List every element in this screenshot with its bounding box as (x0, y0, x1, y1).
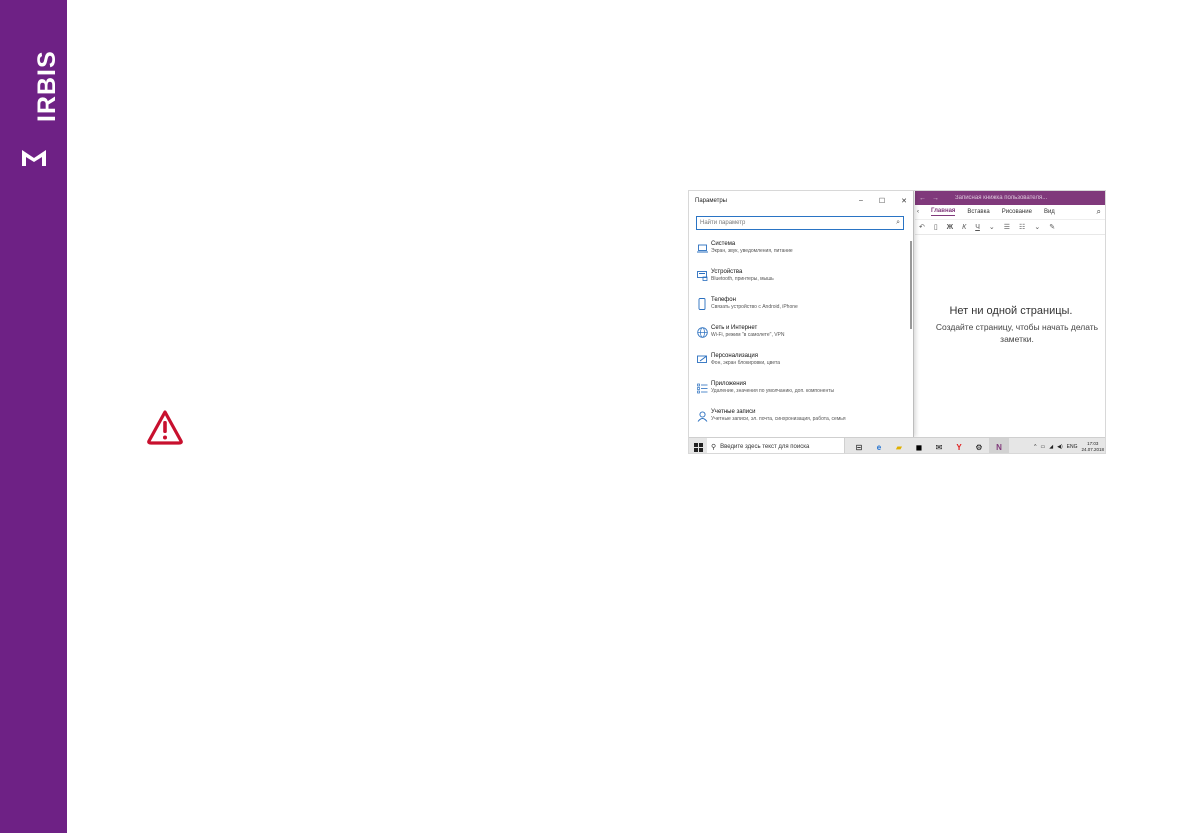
clock-date: 24.07.2018 (1081, 447, 1104, 452)
settings-item-desc: Wi-Fi, режим "в самолете", VPN (711, 332, 785, 338)
empty-title: Нет ни одной страницы. (949, 305, 1073, 317)
settings-item-name: Учетные записи (711, 409, 756, 415)
settings-item-desc: Учетные записи, эл. почта, синхронизация… (711, 416, 846, 422)
settings-item-devices[interactable]: Устройства Bluetooth, принтеры, мышь (695, 269, 905, 297)
onenote-title: Записная книжка пользователя... (955, 195, 1048, 201)
settings-item-name: Система (711, 241, 736, 247)
network-icon[interactable]: ◢ (1049, 444, 1053, 450)
settings-item-name: Персонализация (711, 353, 759, 359)
taskbar: ⚲ Введите здесь текст для поиска ⊟ e ▰ ◼… (689, 437, 1105, 453)
devices-icon (695, 269, 709, 283)
settings-scrollbar[interactable] (910, 241, 912, 329)
settings-item-name: Устройства (711, 269, 743, 275)
settings-item-accounts[interactable]: Учетные записи Учетные записи, эл. почта,… (695, 409, 905, 437)
mail-icon[interactable]: ✉ (929, 438, 949, 453)
back-arrow-icon[interactable]: ← (919, 195, 926, 202)
settings-list: Система Экран, звук, уведомления, питание… (695, 241, 905, 437)
chevron-down-icon[interactable]: ⌄ (989, 223, 995, 231)
globe-icon (695, 325, 709, 339)
chevron-left-icon[interactable]: ‹ (917, 209, 919, 215)
tab-insert[interactable]: Вставка (967, 209, 989, 215)
settings-title: Параметры (695, 198, 727, 204)
windows-start-icon[interactable] (689, 438, 707, 453)
onenote-icon[interactable]: N (989, 438, 1009, 453)
italic-button[interactable]: К (962, 224, 966, 231)
bold-button[interactable]: Ж (947, 224, 953, 231)
laptop-icon (695, 241, 709, 255)
settings-search-input[interactable]: Найти параметр ⌕ (696, 216, 904, 230)
search-icon: ⚲ (711, 444, 717, 451)
settings-item-desc: Удаление, значения по умолчанию, доп. ко… (711, 388, 835, 394)
yandex-icon[interactable]: Y (949, 438, 969, 453)
phone-icon (695, 297, 709, 311)
settings-item-name: Телефон (711, 297, 736, 303)
settings-titlebar: Параметры – ☐ ✕ (689, 191, 913, 211)
tab-view[interactable]: Вид (1044, 209, 1055, 215)
onenote-window: ← → Записная книжка пользователя... ‹ Гл… (915, 191, 1105, 437)
maximize-button[interactable]: ☐ (879, 197, 885, 205)
settings-item-network[interactable]: Сеть и Интернет Wi-Fi, режим "в самолете"… (695, 325, 905, 353)
file-explorer-icon[interactable]: ▰ (889, 438, 909, 453)
forward-arrow-icon[interactable]: → (932, 195, 939, 202)
windows-screenshot: ← → Записная книжка пользователя... ‹ Гл… (688, 190, 1106, 454)
edge-icon[interactable]: e (869, 438, 889, 453)
onenote-toolbar: ↶ ▯ Ж К Ч ⌄ ☰ ☷ ⌄ ✎ (915, 220, 1105, 235)
settings-item-desc: Экран, звук, уведомления, питание (711, 248, 793, 254)
settings-item-apps[interactable]: Приложения Удаление, значения по умолчани… (695, 381, 905, 409)
settings-item-desc: Bluetooth, принтеры, мышь (711, 276, 774, 282)
settings-item-personalization[interactable]: Персонализация Фон, экран блокировки, цве… (695, 353, 905, 381)
settings-item-system[interactable]: Система Экран, звук, уведомления, питание (695, 241, 905, 269)
onenote-titlebar: ← → Записная книжка пользователя... (915, 191, 1105, 205)
chevron-up-icon[interactable]: ^ (1034, 444, 1036, 450)
search-placeholder: Найти параметр (700, 220, 746, 226)
settings-item-desc: Связать устройство с Android, iPhone (711, 304, 798, 310)
search-icon[interactable]: ⌕ (1097, 207, 1101, 217)
search-icon: ⌕ (896, 219, 900, 226)
system-tray: ^ ▭ ◢ ◀) ENG 17:03 24.07.2018 (1034, 441, 1105, 453)
settings-window: Параметры – ☐ ✕ Найти параметр ⌕ Система… (689, 191, 914, 437)
underline-button[interactable]: Ч (975, 224, 980, 231)
warning-icon (147, 410, 183, 445)
taskbar-search-text: Введите здесь текст для поиска (720, 444, 810, 450)
account-icon (695, 409, 709, 423)
personalize-icon (695, 353, 709, 367)
language-indicator[interactable]: ENG (1067, 444, 1078, 450)
highlight-icon[interactable]: ✎ (1049, 223, 1055, 231)
tab-home[interactable]: Главная (931, 208, 956, 216)
clock[interactable]: 17:03 24.07.2018 (1081, 441, 1104, 453)
task-view-icon[interactable]: ⊟ (849, 438, 869, 453)
undo-icon[interactable]: ↶ (919, 223, 925, 231)
bullets-icon[interactable]: ☰ (1004, 223, 1010, 231)
store-icon[interactable]: ◼ (909, 438, 929, 453)
settings-gear-icon[interactable]: ⚙ (969, 438, 989, 453)
taskbar-apps: ⊟ e ▰ ◼ ✉ Y ⚙ N (849, 438, 1009, 453)
minimize-button[interactable]: – (859, 197, 863, 205)
close-button[interactable]: ✕ (901, 197, 907, 205)
settings-item-name: Сеть и Интернет (711, 325, 758, 331)
chevron-down-icon[interactable]: ⌄ (1034, 223, 1040, 231)
apps-icon (695, 381, 709, 395)
taskbar-search[interactable]: ⚲ Введите здесь текст для поиска (707, 438, 845, 453)
settings-item-desc: Фон, экран блокировки, цвета (711, 360, 781, 366)
brand-name: IRBIS (33, 50, 61, 122)
clipboard-icon[interactable]: ▯ (934, 223, 938, 231)
volume-icon[interactable]: ◀) (1057, 444, 1063, 450)
brand-sidebar: IRBIS (0, 0, 67, 833)
battery-icon[interactable]: ▭ (1041, 444, 1046, 450)
settings-item-name: Приложения (711, 381, 747, 387)
tab-draw[interactable]: Рисование (1002, 209, 1032, 215)
empty-subtitle: Создайте страницу, чтобы начать делать з… (935, 322, 1099, 344)
numbering-icon[interactable]: ☷ (1019, 223, 1025, 231)
settings-item-phone[interactable]: Телефон Связать устройство с Android, iPh… (695, 297, 905, 325)
onenote-ribbon-tabs: ‹ Главная Вставка Рисование Вид ⌕ (915, 205, 1105, 220)
